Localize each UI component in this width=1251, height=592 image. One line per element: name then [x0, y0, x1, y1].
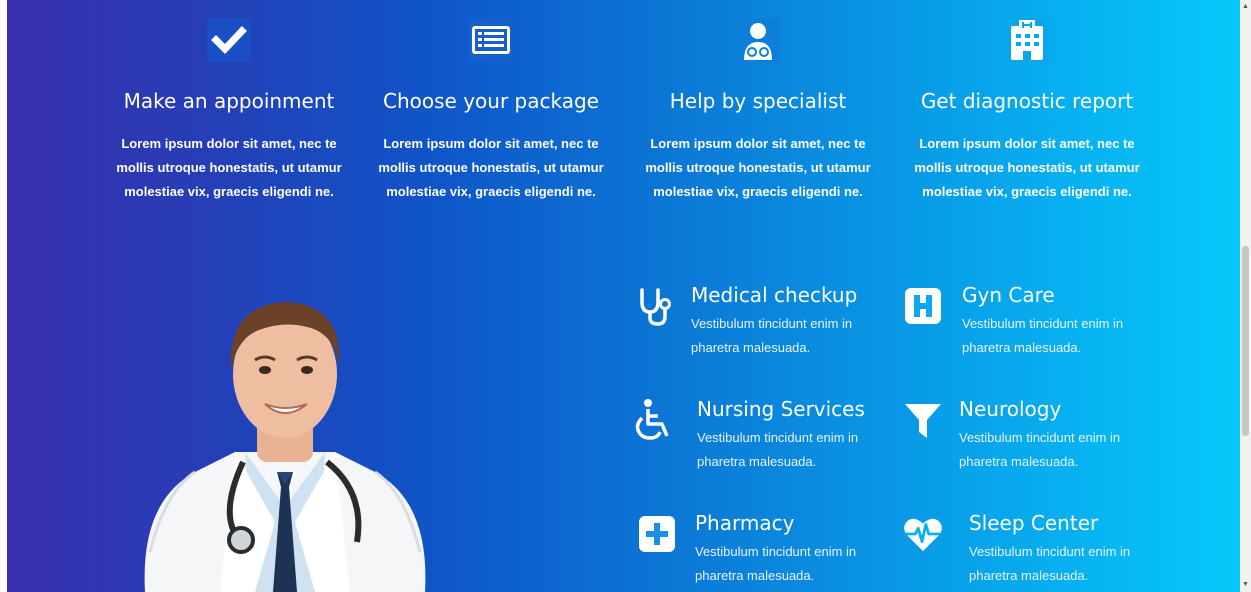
- step-description: Lorem ipsum dolor sit amet, nec te molli…: [378, 136, 604, 199]
- service-title: Pharmacy: [695, 511, 795, 535]
- step-title: Make an appoinment: [123, 89, 335, 113]
- h-square-icon: [903, 286, 943, 326]
- service-title: Sleep Center: [969, 511, 1099, 535]
- list-icon: [469, 18, 513, 62]
- service-description: Vestibulum tincidunt enim in pharetra ma…: [959, 430, 1121, 469]
- wheelchair-icon: [634, 399, 674, 440]
- service-description: Vestibulum tincidunt enim in pharetra ma…: [697, 430, 859, 469]
- service-description: Vestibulum tincidunt enim in pharetra ma…: [962, 316, 1124, 355]
- service-description: Vestibulum tincidunt enim in pharetra ma…: [695, 544, 857, 583]
- doctor-icon: [736, 18, 780, 62]
- vertical-scrollbar[interactable]: ▲ ▼: [1240, 0, 1251, 592]
- step-title: Choose your package: [383, 89, 599, 113]
- hospital-building-icon: [1005, 18, 1049, 62]
- service-title: Nursing Services: [697, 397, 865, 421]
- step-diagnostic-report: Get diagnostic report Lorem ipsum dolor …: [897, 18, 1157, 204]
- hero-section: Make an appoinment Lorem ipsum dolor sit…: [7, 0, 1240, 592]
- plus-square-icon: [637, 514, 677, 554]
- service-description: Vestibulum tincidunt enim in pharetra ma…: [691, 316, 853, 355]
- service-title: Neurology: [959, 397, 1062, 421]
- heartbeat-icon: [903, 514, 943, 554]
- doctor-illustration: [125, 292, 445, 592]
- scroll-down-arrow[interactable]: ▼: [1242, 581, 1249, 588]
- page-left-edge: [0, 0, 7, 592]
- step-help-specialist: Help by specialist Lorem ipsum dolor sit…: [628, 18, 888, 204]
- service-title: Gyn Care: [962, 283, 1055, 307]
- checkmark-icon: [207, 18, 251, 62]
- service-description: Vestibulum tincidunt enim in pharetra ma…: [969, 544, 1131, 583]
- step-description: Lorem ipsum dolor sit amet, nec te molli…: [116, 136, 342, 199]
- stethoscope-icon: [634, 286, 674, 326]
- scrollbar-thumb[interactable]: [1242, 246, 1249, 436]
- step-choose-package: Choose your package Lorem ipsum dolor si…: [361, 18, 621, 204]
- step-title: Get diagnostic report: [920, 89, 1134, 113]
- scroll-up-arrow[interactable]: ▲: [1242, 3, 1249, 10]
- step-description: Lorem ipsum dolor sit amet, nec te molli…: [645, 136, 871, 199]
- funnel-icon: [903, 400, 943, 440]
- service-title: Medical checkup: [691, 283, 858, 307]
- step-make-appointment: Make an appoinment Lorem ipsum dolor sit…: [99, 18, 359, 204]
- step-description: Lorem ipsum dolor sit amet, nec te molli…: [914, 136, 1140, 199]
- step-title: Help by specialist: [669, 89, 847, 113]
